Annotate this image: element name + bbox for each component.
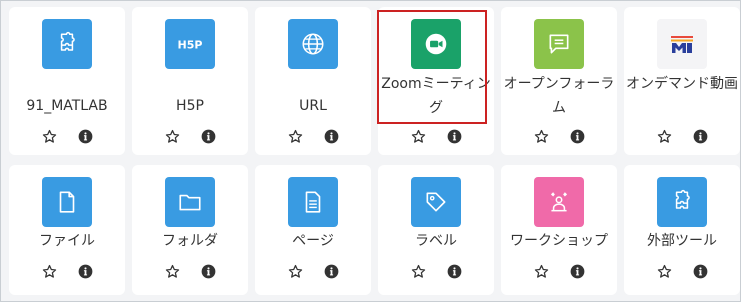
- activity-card-label[interactable]: ラベル: [378, 165, 494, 295]
- activity-label: オープンフォーラム: [503, 76, 615, 116]
- star-outline-icon[interactable]: [656, 263, 672, 279]
- activity-card-91-matlab[interactable]: 91_MATLAB: [9, 7, 125, 155]
- activity-label: 91_MATLAB: [26, 98, 108, 114]
- activity-card-h5p[interactable]: H5P H5P: [132, 7, 248, 155]
- info-icon[interactable]: [77, 128, 93, 144]
- activity-label: ページ: [292, 233, 334, 249]
- info-icon[interactable]: [569, 128, 585, 144]
- star-outline-icon[interactable]: [164, 128, 180, 144]
- star-outline-icon[interactable]: [41, 263, 57, 279]
- activity-label: URL: [299, 98, 327, 114]
- activity-label: Zoomミーティング: [381, 76, 491, 116]
- activity-card-folder[interactable]: フォルダ: [132, 165, 248, 295]
- info-icon[interactable]: [692, 128, 708, 144]
- star-outline-icon[interactable]: [533, 263, 549, 279]
- star-outline-icon[interactable]: [287, 128, 303, 144]
- star-outline-icon[interactable]: [41, 128, 57, 144]
- star-outline-icon[interactable]: [164, 263, 180, 279]
- workshop-icon: [534, 177, 584, 227]
- star-outline-icon[interactable]: [410, 128, 426, 144]
- activity-card-external-tool[interactable]: 外部ツール: [624, 165, 740, 295]
- activity-card-page[interactable]: ページ: [255, 165, 371, 295]
- activity-card-file[interactable]: ファイル: [9, 165, 125, 295]
- activity-label: フォルダ: [162, 233, 218, 249]
- activity-label: 外部ツール: [647, 233, 717, 249]
- tag-icon: [411, 177, 461, 227]
- folder-icon: [165, 177, 215, 227]
- info-icon[interactable]: [200, 128, 216, 144]
- activity-chooser-grid: 91_MATLAB H5P H5P URL Zoomミーティング オープンフォー…: [0, 0, 741, 302]
- globe-icon: [288, 19, 338, 69]
- page-icon: [288, 177, 338, 227]
- puzzle-icon: [657, 177, 707, 227]
- star-outline-icon[interactable]: [287, 263, 303, 279]
- info-icon[interactable]: [446, 263, 462, 279]
- star-outline-icon[interactable]: [656, 128, 672, 144]
- star-outline-icon[interactable]: [410, 263, 426, 279]
- activity-card-open-forum[interactable]: オープンフォーラム: [501, 7, 617, 155]
- info-icon[interactable]: [692, 263, 708, 279]
- info-icon[interactable]: [77, 263, 93, 279]
- star-outline-icon[interactable]: [533, 128, 549, 144]
- info-icon[interactable]: [323, 263, 339, 279]
- activity-label: ラベル: [415, 233, 457, 249]
- activity-label: H5P: [176, 98, 204, 114]
- m-logo-icon: [657, 19, 707, 69]
- activity-label: ワークショップ: [510, 233, 608, 249]
- svg-text:H5P: H5P: [178, 39, 203, 52]
- file-icon: [42, 177, 92, 227]
- activity-card-url[interactable]: URL: [255, 7, 371, 155]
- info-icon[interactable]: [323, 128, 339, 144]
- chat-bubble-icon: [534, 19, 584, 69]
- activity-card-zoom-meeting[interactable]: Zoomミーティング: [378, 7, 494, 155]
- activity-card-workshop[interactable]: ワークショップ: [501, 165, 617, 295]
- activity-label: オンデマンド動画: [626, 76, 738, 92]
- puzzle-icon: [42, 19, 92, 69]
- activity-card-on-demand-video[interactable]: オンデマンド動画: [624, 7, 740, 155]
- info-icon[interactable]: [446, 128, 462, 144]
- info-icon[interactable]: [569, 263, 585, 279]
- activity-label: ファイル: [39, 233, 95, 249]
- h5p-icon: H5P: [165, 19, 215, 69]
- info-icon[interactable]: [200, 263, 216, 279]
- video-camera-icon: [411, 19, 461, 69]
